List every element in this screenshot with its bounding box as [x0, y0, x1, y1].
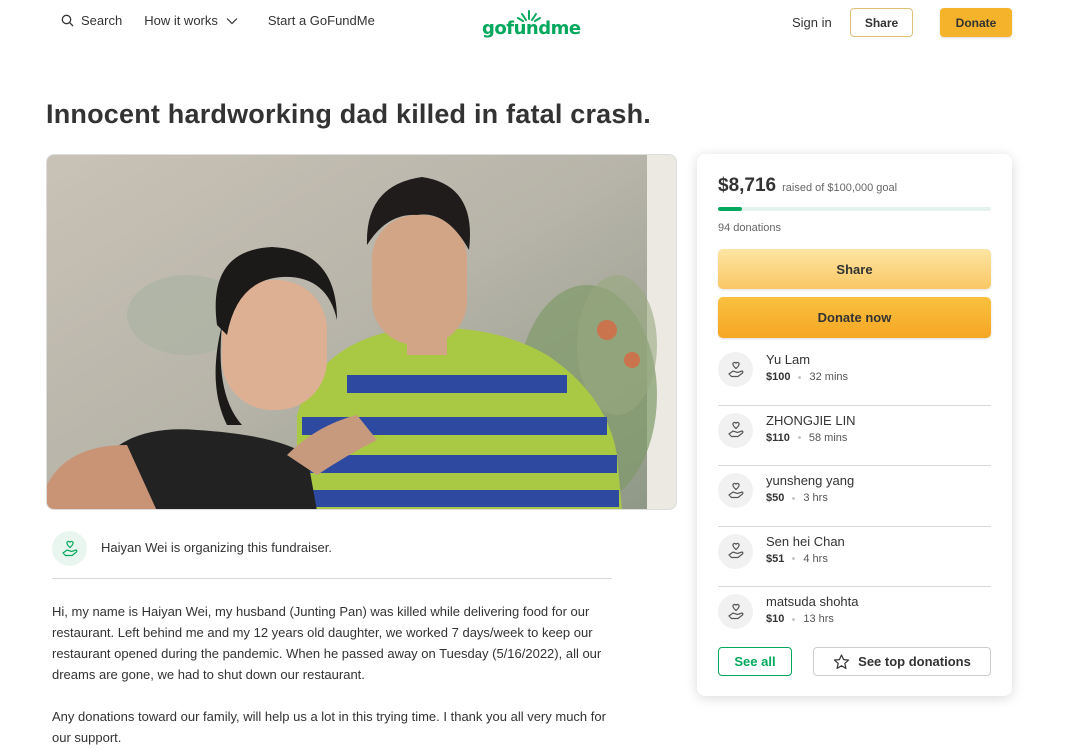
- separator-dot: [792, 557, 796, 560]
- donor-name: Sen hei Chan: [766, 533, 845, 549]
- chevron-down-icon: [226, 17, 238, 24]
- hand-heart-icon: [61, 540, 77, 556]
- search-link[interactable]: Search: [61, 13, 122, 28]
- donation-item: Yu Lam $100 32 mins: [718, 345, 991, 406]
- hand-heart-icon: [727, 361, 743, 377]
- hand-heart-icon: [727, 603, 743, 619]
- donor-time: 58 mins: [808, 431, 848, 444]
- search-icon: [61, 14, 74, 27]
- story-paragraph: Hi, my name is Haiyan Wei, my husband (J…: [52, 604, 602, 682]
- hand-heart-icon: [727, 482, 743, 498]
- donation-item: matsuda shohta $10 13 hrs: [718, 587, 991, 648]
- donor-amount: $51: [766, 552, 785, 565]
- donor-avatar: [718, 533, 753, 569]
- separator-dot: [792, 496, 796, 500]
- see-all-button[interactable]: See all: [718, 647, 792, 676]
- start-gofundme-link[interactable]: Start a GoFundMe: [268, 13, 375, 28]
- donation-item: Sen hei Chan $51 4 hrs: [718, 527, 991, 587]
- top-navigation: Search How it works Start a GoFundMe gof…: [0, 0, 1080, 46]
- donor-time: 32 mins: [809, 371, 849, 383]
- hand-heart-icon: [727, 542, 743, 559]
- donor-amount: $100: [766, 371, 791, 383]
- donor-time: 13 hrs: [803, 613, 834, 625]
- donor-time: 3 hrs: [803, 492, 828, 504]
- separator-dot: [798, 375, 802, 379]
- donor-amount: $10: [766, 613, 785, 625]
- campaign-photo[interactable]: [46, 154, 677, 510]
- raised-amount: $8,716: [718, 175, 777, 196]
- donor-info: ZHONGJIE LIN $110 58 mins: [766, 413, 856, 444]
- separator-dot: [797, 436, 801, 439]
- star-icon: [833, 653, 850, 669]
- donor-avatar: [718, 473, 753, 508]
- sign-in-link[interactable]: Sign in: [792, 15, 832, 30]
- donor-name: Yu Lam: [766, 352, 811, 367]
- search-label: Search: [81, 13, 123, 28]
- gofundme-logo[interactable]: gofundme: [482, 9, 581, 39]
- donor-meta: $10 13 hrs: [766, 613, 859, 625]
- header-share-button[interactable]: Share: [850, 8, 913, 37]
- donation-item: yunsheng yang $50 3 hrs: [718, 466, 991, 527]
- donor-info: matsuda shohta $10 13 hrs: [766, 594, 859, 625]
- donor-avatar: [718, 594, 753, 629]
- share-button[interactable]: Share: [718, 249, 991, 289]
- header-donate-button[interactable]: Donate: [940, 8, 1012, 37]
- donor-name: ZHONGJIE LIN: [766, 412, 856, 428]
- logo-text: gofundme: [482, 18, 581, 39]
- organizer-avatar: [52, 531, 87, 566]
- donor-time: 4 hrs: [803, 552, 828, 565]
- story-paragraph: Any donations toward our family, will he…: [52, 709, 606, 745]
- separator-dot: [792, 617, 796, 621]
- donor-avatar: [718, 352, 753, 387]
- nav-left-group: Search How it works Start a GoFundMe: [61, 13, 375, 28]
- donor-meta: $100 32 mins: [766, 371, 848, 383]
- donor-avatar: [718, 412, 753, 448]
- donor-name: matsuda shohta: [766, 594, 859, 609]
- donor-meta: $110 58 mins: [766, 432, 856, 444]
- donate-now-button[interactable]: Donate now: [718, 297, 991, 338]
- progress-bar-fill: [718, 207, 742, 211]
- donor-meta: $50 3 hrs: [766, 492, 854, 504]
- see-top-donations-label: See top donations: [858, 654, 971, 669]
- donor-info: Yu Lam $100 32 mins: [766, 352, 848, 383]
- donor-amount: $50: [766, 492, 785, 504]
- donor-name: yunsheng yang: [766, 473, 855, 488]
- donation-count: 94 donations: [718, 222, 781, 234]
- donor-meta: $51 4 hrs: [766, 553, 845, 565]
- donor-amount: $110: [766, 431, 790, 444]
- progress-bar: [718, 207, 991, 211]
- how-it-works-menu[interactable]: How it works: [144, 13, 238, 28]
- donor-info: yunsheng yang $50 3 hrs: [766, 473, 854, 504]
- campaign-photo-image: [47, 155, 676, 509]
- donation-sidebar-card: $8,716 raised of $100,000 goal 94 donati…: [697, 154, 1012, 696]
- campaign-title: Innocent hardworking dad killed in fatal…: [46, 99, 652, 129]
- organizer-row: Haiyan Wei is organizing this fundraiser…: [52, 531, 612, 579]
- recent-donations-list: Yu Lam $100 32 mins ZHONGJIE LIN $110 58…: [718, 345, 991, 648]
- raised-summary: $8,716 raised of $100,000 goal: [718, 175, 897, 197]
- hand-heart-icon: [727, 421, 743, 438]
- donation-item: ZHONGJIE LIN $110 58 mins: [718, 406, 991, 466]
- start-gofundme-label: Start a GoFundMe: [267, 13, 375, 28]
- organizer-text: Haiyan Wei is organizing this fundraiser…: [101, 540, 332, 555]
- raised-goal: raised of $100,000 goal: [782, 182, 898, 194]
- campaign-story: Hi, my name is Haiyan Wei, my husband (J…: [52, 601, 612, 750]
- see-top-donations-button[interactable]: See top donations: [813, 647, 991, 676]
- how-it-works-label: How it works: [144, 13, 218, 28]
- donor-info: Sen hei Chan $51 4 hrs: [766, 534, 845, 565]
